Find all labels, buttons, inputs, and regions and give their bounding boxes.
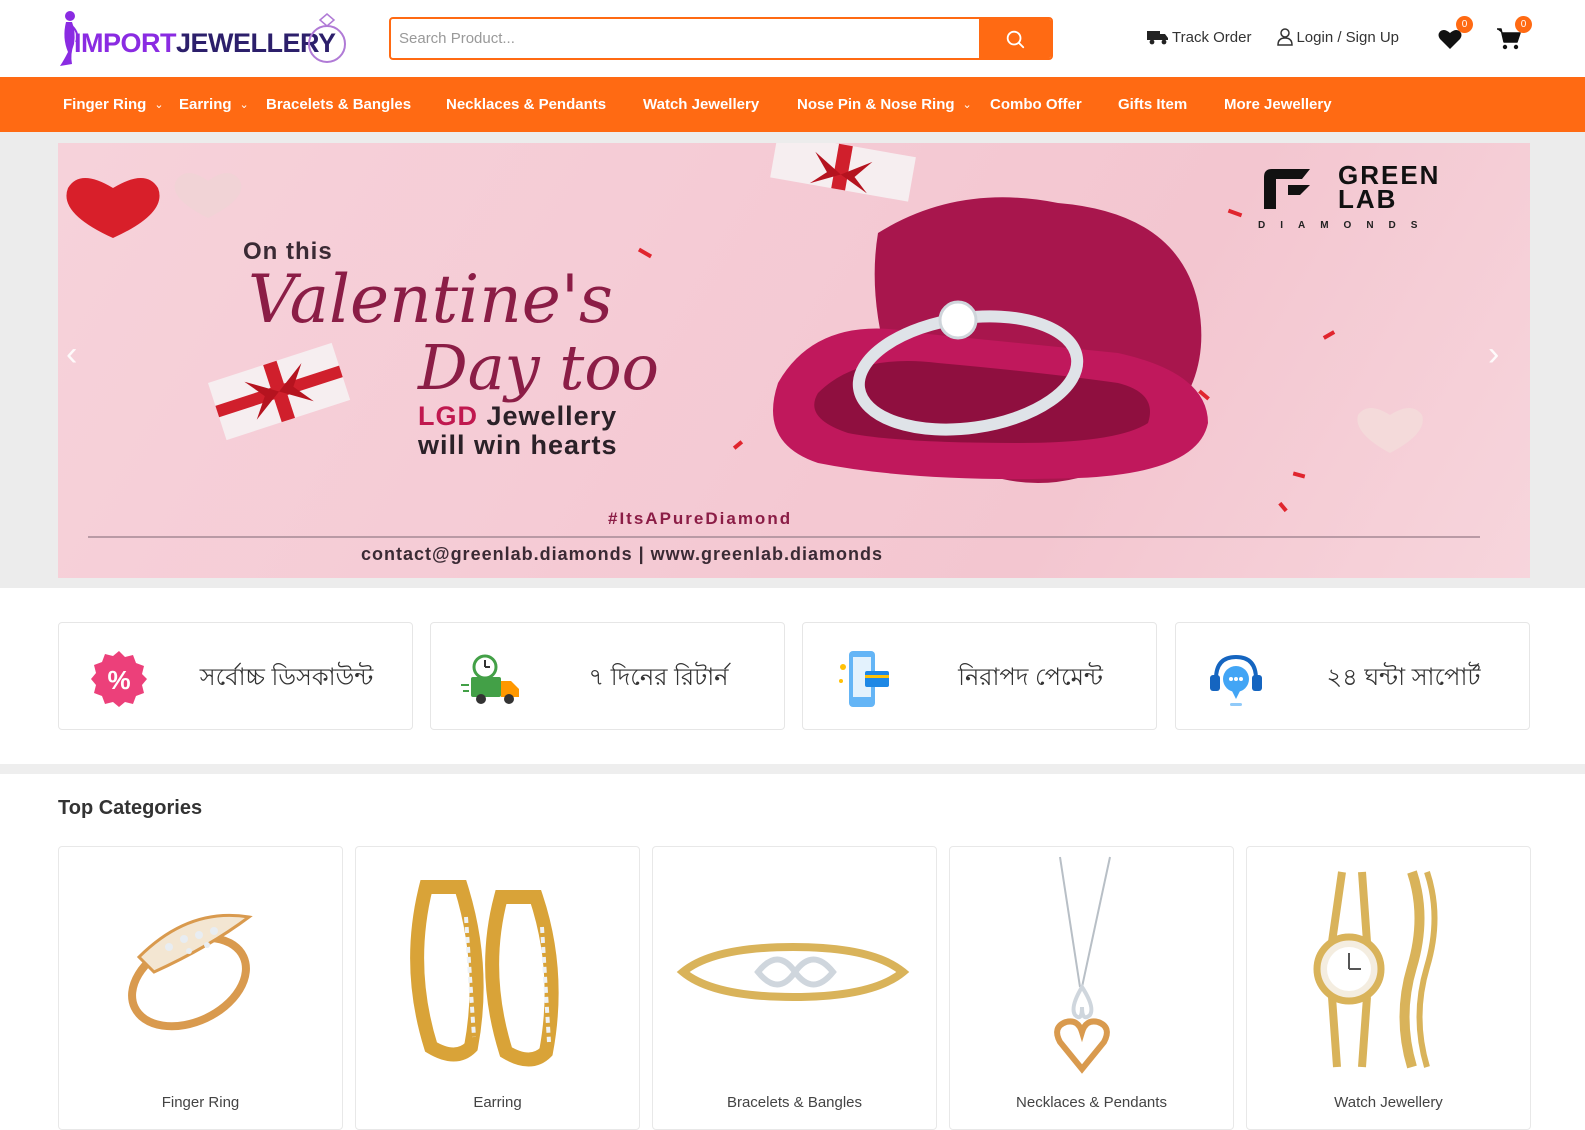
wishlist-count-badge: 0: [1456, 16, 1473, 33]
watch-image: [1313, 870, 1438, 1069]
category-card-bracelets[interactable]: Bracelets & Bangles: [652, 846, 937, 1130]
hero-line-2: LGD Jewellery: [418, 401, 617, 432]
nav-item-watch-jewellery[interactable]: Watch Jewellery: [643, 77, 759, 132]
site-logo[interactable]: IMPORTJEWELLERY: [58, 8, 354, 70]
hero-hashtag: #ItsAPureDiamond: [608, 509, 793, 528]
delivery-truck-icon: [461, 654, 519, 704]
category-label: Bracelets & Bangles: [726, 1094, 863, 1111]
search-icon: [1006, 30, 1025, 48]
nav-item-gifts-item[interactable]: Gifts Item: [1118, 77, 1187, 132]
track-order-link[interactable]: Track Order: [1147, 29, 1251, 46]
category-label: Necklaces & Pendants: [1016, 1094, 1167, 1111]
nav-item-bracelets-bangles[interactable]: Bracelets & Bangles: [266, 77, 411, 132]
feature-card-discount: % সর্বোচ্চ ডিসকাউন্ট: [58, 622, 413, 730]
brand-logo: GREEN LAB DIAMONDS: [1258, 160, 1498, 243]
secure-payment-icon: [839, 651, 889, 707]
green-lab-logo-icon: [1264, 169, 1310, 209]
feature-card-return: ৭ দিনের রিটার্ন: [430, 622, 785, 730]
features-row: % সর্বোচ্চ ডিসকাউন্ট ৭ দিনের রিটার্ন নির…: [58, 622, 1530, 730]
cart-button[interactable]: 0: [1492, 16, 1532, 56]
main-nav: Finger Ring ⌄ Earring ⌄ Bracelets & Bangle…: [0, 77, 1585, 132]
truck-icon: [1147, 31, 1168, 45]
category-label: Watch Jewellery: [1334, 1094, 1443, 1111]
nav-item-label: Combo Offer: [990, 96, 1082, 113]
nav-item-necklaces-pendants[interactable]: Necklaces & Pendants: [446, 77, 606, 132]
svg-text:%: %: [107, 665, 130, 695]
hero-contact: contact@greenlab.diamonds | www.greenlab…: [361, 544, 884, 564]
nav-item-finger-ring[interactable]: Finger Ring ⌄: [63, 77, 164, 132]
logo-text-import: IMPORT: [74, 28, 177, 58]
feature-card-payment: নিরাপদ পেমেন্ট: [802, 622, 1157, 730]
track-order-label: Track Order: [1172, 28, 1252, 46]
nav-item-label: Bracelets & Bangles: [266, 96, 412, 113]
logo-text: IMPORTJEWELLERY: [74, 28, 336, 59]
category-card-earring[interactable]: Earring: [355, 846, 640, 1130]
search-bar: [389, 17, 1053, 60]
nav-item-more-jewellery[interactable]: More Jewellery: [1224, 77, 1332, 132]
hero-divider: [88, 536, 1480, 538]
chevron-down-icon: ⌄: [962, 99, 972, 111]
nav-item-label: Gifts Item: [1118, 96, 1188, 113]
slider-prev-arrow-icon[interactable]: ‹: [66, 337, 77, 371]
discount-icon: %: [91, 651, 147, 707]
hero-line-3: will win hearts: [418, 430, 618, 460]
login-label: Login / Sign Up: [1296, 28, 1400, 46]
hero-banner[interactable]: ‹ › On this Valentine's Day too LGD Jewe…: [58, 143, 1530, 578]
chevron-down-icon: ⌄: [154, 99, 164, 111]
feature-card-support: ২৪ ঘন্টা সাপোর্ট: [1175, 622, 1530, 730]
hero-script-1: Valentine's: [248, 261, 613, 338]
user-icon: [1277, 28, 1294, 46]
category-label: Earring: [473, 1094, 522, 1111]
nav-item-combo-offer[interactable]: Combo Offer: [990, 77, 1082, 132]
wishlist-button[interactable]: 0: [1433, 16, 1473, 56]
necklace-image: [1054, 856, 1111, 1074]
nav-item-label: Nose Pin & Nose Ring: [797, 96, 955, 113]
feature-text: ২৪ ঘন্টা সাপোর্ট: [1326, 664, 1481, 691]
login-link[interactable]: Login / Sign Up: [1277, 28, 1399, 46]
nav-item-label: More Jewellery: [1224, 96, 1332, 113]
feature-text: নিরাপদ পেমেন্ট: [958, 664, 1103, 691]
bracelet-image: [676, 942, 910, 1002]
support-icon: [1210, 654, 1262, 706]
nav-item-label: Necklaces & Pendants: [446, 96, 607, 113]
brand-name: GREEN LAB: [1338, 160, 1441, 214]
header-links: Track Order Login / Sign Up: [1147, 22, 1399, 52]
nav-item-nose-pin[interactable]: Nose Pin & Nose Ring ⌄: [797, 77, 972, 132]
cart-count-badge: 0: [1515, 16, 1532, 33]
finger-ring-image: [128, 913, 253, 1031]
hero-jewellery-word: Jewellery: [486, 401, 618, 431]
feature-text: ৭ দিনের রিটার্ন: [588, 664, 729, 691]
feature-text: সর্বোচ্চ ডিসকাউন্ট: [199, 664, 374, 691]
search-input[interactable]: [391, 19, 981, 58]
category-card-necklaces[interactable]: Necklaces & Pendants: [949, 846, 1234, 1130]
site-header: IMPORTJEWELLERY Track Order: [0, 0, 1585, 77]
category-card-finger-ring[interactable]: Finger Ring: [58, 846, 343, 1130]
chevron-down-icon: ⌄: [239, 99, 249, 111]
section-divider: [0, 764, 1585, 774]
nav-item-label: Watch Jewellery: [643, 96, 760, 113]
nav-item-label: Earring: [179, 96, 232, 113]
slider-next-arrow-icon[interactable]: ›: [1488, 337, 1499, 371]
category-label: Finger Ring: [161, 1094, 240, 1111]
category-card-watch[interactable]: Watch Jewellery: [1246, 846, 1531, 1130]
logo-ring-icon: [308, 13, 346, 63]
nav-item-label: Finger Ring: [63, 96, 147, 113]
earring-image: [410, 880, 559, 1067]
search-button[interactable]: [979, 19, 1051, 58]
hero-lgd-word: LGD: [418, 401, 478, 431]
top-categories-title: Top Categories: [58, 797, 203, 819]
hero-script-2: Day too: [418, 331, 659, 404]
heart-icon: [1438, 30, 1462, 49]
nav-item-earring[interactable]: Earring ⌄: [179, 77, 249, 132]
brand-subtitle: DIAMONDS: [1258, 220, 1433, 231]
